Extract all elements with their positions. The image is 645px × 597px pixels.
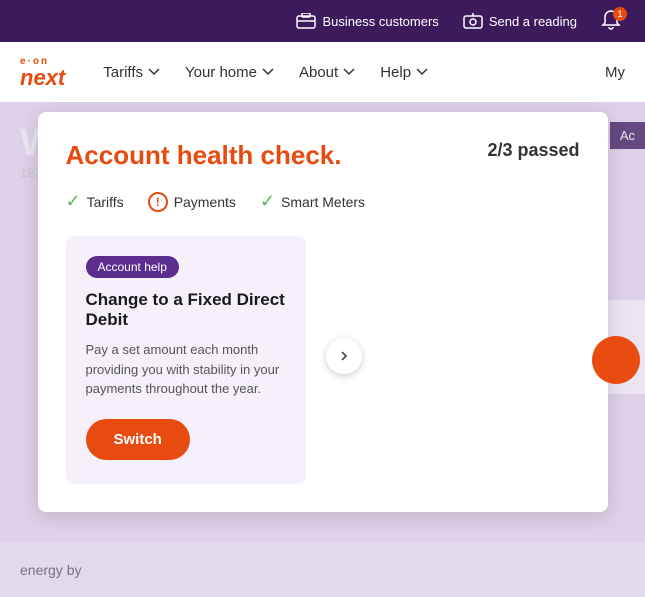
briefcase-icon (296, 13, 316, 29)
switch-button[interactable]: Switch (86, 419, 190, 460)
nav-item-help[interactable]: Help (370, 56, 439, 89)
chevron-down-icon (415, 65, 429, 79)
nav-items: Tariffs Your home About Help (93, 56, 597, 89)
check-smart-meters: ✓ Smart Meters (260, 191, 365, 212)
check-payments: ! Payments (148, 192, 236, 212)
check-smart-meters-label: Smart Meters (281, 194, 365, 210)
logo-next: next (20, 67, 65, 89)
send-reading-link[interactable]: Send a reading (463, 13, 577, 29)
check-tariffs-label: Tariffs (87, 194, 124, 210)
nav-bar: e·on next Tariffs Your home About Help M… (0, 42, 645, 102)
page-wrapper: Business customers Send a reading 1 e·on… (0, 0, 645, 597)
check-pass-icon-2: ✓ (260, 191, 275, 212)
modal: Account health check. 2/3 passed ✓ Tarif… (38, 112, 608, 512)
check-warn-icon: ! (148, 192, 168, 212)
modal-header: Account health check. 2/3 passed (66, 140, 580, 171)
top-bar: Business customers Send a reading 1 (0, 0, 645, 42)
chevron-down-icon (261, 65, 275, 79)
modal-title: Account health check. (66, 140, 342, 171)
check-pass-icon: ✓ (66, 191, 81, 212)
business-customers-label: Business customers (322, 14, 438, 29)
chevron-right-icon (338, 350, 350, 362)
check-payments-label: Payments (174, 194, 236, 210)
nav-my-account[interactable]: My (605, 64, 625, 81)
business-customers-link[interactable]: Business customers (296, 13, 438, 29)
card-badge: Account help (86, 256, 179, 278)
notification-badge: 1 (613, 7, 627, 21)
chevron-down-icon (342, 65, 356, 79)
nav-item-about[interactable]: About (289, 56, 366, 89)
checks-row: ✓ Tariffs ! Payments ✓ Smart Meters (66, 191, 580, 212)
logo[interactable]: e·on next (20, 56, 65, 89)
nav-item-your-home[interactable]: Your home (175, 56, 285, 89)
card-description: Pay a set amount each month providing yo… (86, 340, 286, 399)
nav-item-tariffs[interactable]: Tariffs (93, 56, 171, 89)
orange-circle-partial (592, 336, 640, 384)
modal-overlay: Account health check. 2/3 passed ✓ Tarif… (0, 102, 645, 597)
send-reading-label: Send a reading (489, 14, 577, 29)
chevron-down-icon (147, 65, 161, 79)
check-tariffs: ✓ Tariffs (66, 191, 124, 212)
meter-icon (463, 13, 483, 29)
notification-icon[interactable]: 1 (601, 9, 625, 33)
modal-score: 2/3 passed (487, 140, 579, 161)
recommendation-card: Account help Change to a Fixed Direct De… (66, 236, 306, 484)
card-title: Change to a Fixed Direct Debit (86, 290, 286, 330)
carousel-next-arrow[interactable] (326, 338, 362, 374)
